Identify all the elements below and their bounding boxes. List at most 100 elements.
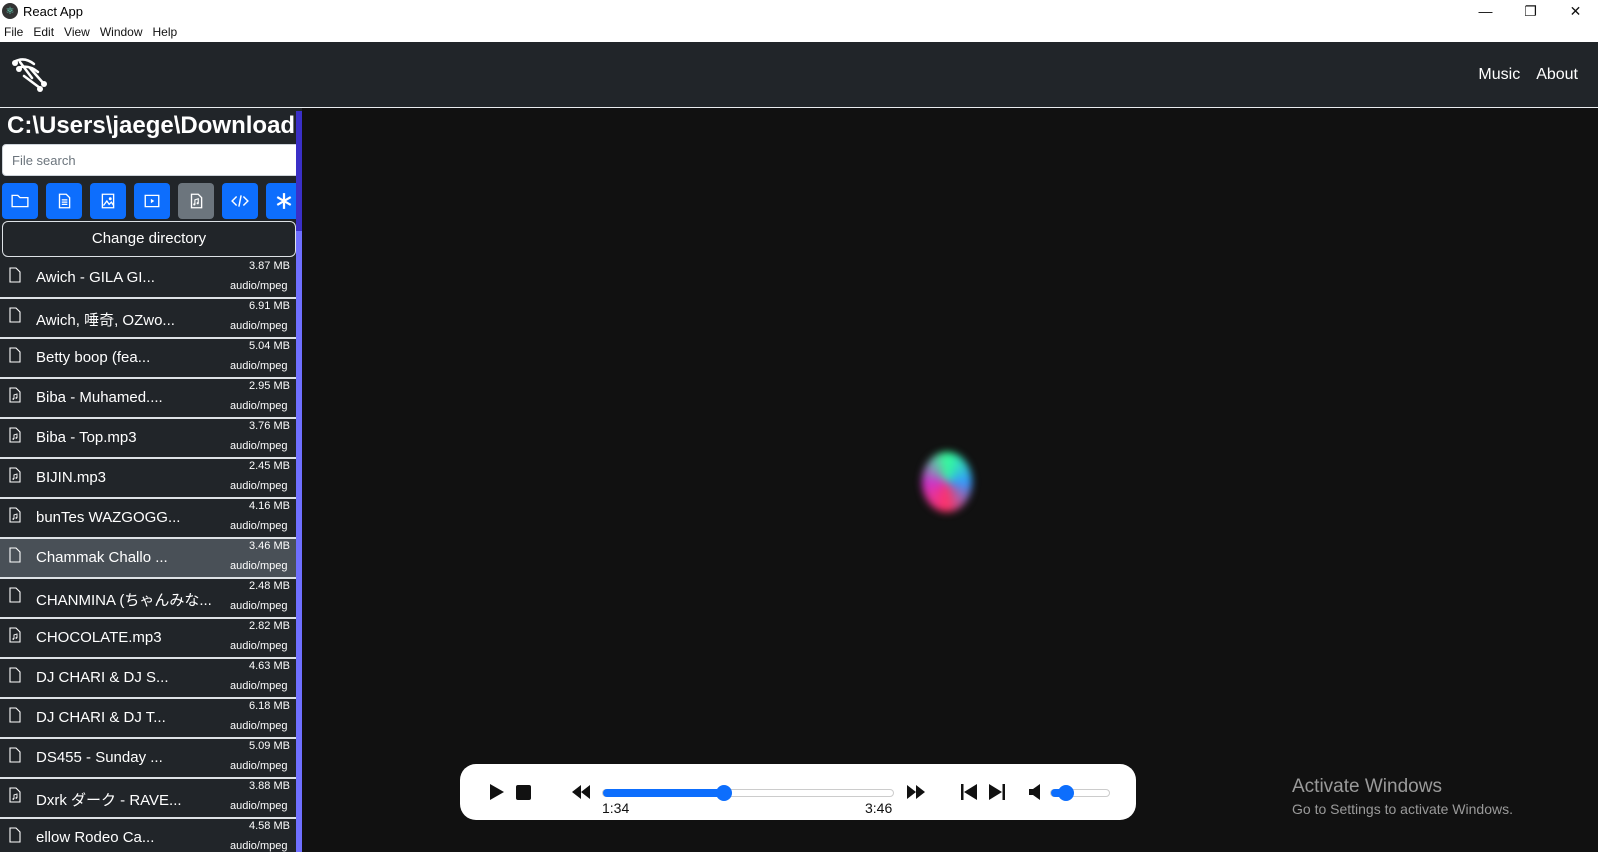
nav-about-link[interactable]: About [1536, 66, 1578, 84]
previous-track-button[interactable] [961, 784, 977, 800]
file-size: 5.04 MB [249, 340, 290, 352]
file-size: 2.45 MB [249, 460, 290, 472]
file-list-item[interactable]: DS455 - Sunday ... 5.09 MB audio/mpeg [0, 739, 296, 779]
file-name: CHOCOLATE.mp3 [36, 629, 162, 646]
file-name: Awich, 唾奇, OZwo... [36, 312, 175, 329]
code-icon [231, 195, 249, 207]
file-type: audio/mpeg [230, 440, 288, 452]
nav-links: Music About [1462, 42, 1578, 108]
close-button[interactable]: ✕ [1553, 0, 1598, 22]
filter-video-button[interactable] [134, 183, 170, 219]
folder-icon [11, 194, 29, 208]
document-icon [58, 193, 71, 209]
file-search-input[interactable] [2, 144, 302, 176]
file-type: audio/mpeg [230, 600, 288, 612]
filter-folder-button[interactable] [2, 183, 38, 219]
file-icon [8, 347, 22, 363]
file-list-item[interactable]: Awich, 唾奇, OZwo... 6.91 MB audio/mpeg [0, 299, 296, 339]
file-size: 4.58 MB [249, 820, 290, 832]
current-directory-path: C:\Users\jaege\Downloads [7, 112, 302, 139]
menu-window[interactable]: Window [95, 25, 148, 39]
file-name: Betty boop (fea... [36, 349, 151, 366]
file-name: Chammak Challo ... [36, 549, 168, 566]
file-type: audio/mpeg [230, 520, 288, 532]
minimize-button[interactable]: — [1463, 0, 1508, 22]
file-size: 2.48 MB [249, 580, 290, 592]
file-icon [8, 267, 22, 283]
file-name: DS455 - Sunday ... [36, 749, 163, 766]
file-type: audio/mpeg [230, 360, 288, 372]
menu-view[interactable]: View [59, 25, 95, 39]
file-icon [8, 747, 22, 763]
menu-edit[interactable]: Edit [28, 25, 59, 39]
filter-image-button[interactable] [90, 183, 126, 219]
file-name: DJ CHARI & DJ T... [36, 709, 166, 726]
filter-music-button[interactable] [178, 183, 214, 219]
next-track-button[interactable] [989, 784, 1005, 800]
play-icon [490, 784, 504, 800]
file-name: bunTes WAZGOGG... [36, 509, 181, 526]
music-logo-icon[interactable] [10, 54, 50, 94]
play-button[interactable] [488, 783, 506, 801]
rewind-button[interactable] [571, 785, 591, 799]
file-list-item[interactable]: CHOCOLATE.mp3 2.82 MB audio/mpeg [0, 619, 296, 659]
file-size: 4.16 MB [249, 500, 290, 512]
fast-forward-button[interactable] [906, 785, 926, 799]
file-size: 3.76 MB [249, 420, 290, 432]
file-type-filters [2, 183, 302, 219]
file-list-item[interactable]: CHANMINA (ちゃんみな... 2.48 MB audio/mpeg [0, 579, 296, 619]
activation-subtitle: Go to Settings to activate Windows. [1292, 801, 1513, 817]
file-name: DJ CHARI & DJ S... [36, 669, 169, 686]
file-name: Biba - Top.mp3 [36, 429, 137, 446]
restore-button[interactable]: ❐ [1508, 0, 1553, 22]
file-list-item[interactable]: bunTes WAZGOGG... 4.16 MB audio/mpeg [0, 499, 296, 539]
nav-music-link[interactable]: Music [1478, 66, 1520, 84]
music-file-icon [8, 507, 22, 523]
file-browser-sidebar: C:\Users\jaege\Downloads Change director… [0, 108, 302, 852]
file-list-item[interactable]: BIJIN.mp3 2.45 MB audio/mpeg [0, 459, 296, 499]
file-icon [8, 667, 22, 683]
progress-thumb[interactable] [716, 785, 733, 801]
music-file-icon [8, 467, 22, 483]
music-file-icon [8, 787, 22, 803]
change-directory-button[interactable]: Change directory [2, 221, 296, 257]
file-list-item[interactable]: Chammak Challo ... 3.46 MB audio/mpeg [0, 539, 296, 579]
volume-slider[interactable] [1050, 785, 1110, 801]
file-size: 3.88 MB [249, 780, 290, 792]
menu-bar: File Edit View Window Help [0, 22, 1598, 42]
file-list-item[interactable]: Biba - Muhamed.... 2.95 MB audio/mpeg [0, 379, 296, 419]
stop-button[interactable] [515, 784, 531, 800]
music-file-icon [8, 627, 22, 643]
file-size: 5.09 MB [249, 740, 290, 752]
file-type: audio/mpeg [230, 280, 288, 292]
menu-help[interactable]: Help [148, 25, 183, 39]
menu-file[interactable]: File [0, 25, 28, 39]
window-controls: — ❐ ✕ [1463, 0, 1598, 22]
filter-code-button[interactable] [222, 183, 258, 219]
file-type: audio/mpeg [230, 640, 288, 652]
volume-button[interactable] [1028, 783, 1044, 801]
music-file-icon [190, 193, 203, 209]
file-icon [8, 587, 22, 603]
file-type: audio/mpeg [230, 720, 288, 732]
volume-thumb[interactable] [1058, 785, 1074, 801]
file-list-item[interactable]: Dxrk ダーク - RAVE... 3.88 MB audio/mpeg [0, 779, 296, 819]
file-type: audio/mpeg [230, 480, 288, 492]
window-title: React App [23, 3, 83, 19]
file-list-item[interactable]: ellow Rodeo Ca... 4.58 MB audio/mpeg [0, 819, 296, 852]
file-list-item[interactable]: Betty boop (fea... 5.04 MB audio/mpeg [0, 339, 296, 379]
file-type: audio/mpeg [230, 840, 288, 852]
file-list-item[interactable]: Awich - GILA GI... 3.87 MB audio/mpeg [0, 259, 296, 299]
file-type: audio/mpeg [230, 800, 288, 812]
audio-player: 1:34 3:46 [460, 764, 1136, 820]
filter-document-button[interactable] [46, 183, 82, 219]
file-type: audio/mpeg [230, 320, 288, 332]
file-list-item[interactable]: Biba - Top.mp3 3.76 MB audio/mpeg [0, 419, 296, 459]
skip-next-icon [989, 784, 1005, 800]
video-icon [144, 194, 160, 208]
windows-activation-watermark: Activate Windows Go to Settings to activ… [1292, 776, 1513, 817]
file-list-item[interactable]: DJ CHARI & DJ S... 4.63 MB audio/mpeg [0, 659, 296, 699]
progress-slider[interactable] [602, 785, 894, 801]
file-name: CHANMINA (ちゃんみな... [36, 592, 212, 609]
file-list-item[interactable]: DJ CHARI & DJ T... 6.18 MB audio/mpeg [0, 699, 296, 739]
